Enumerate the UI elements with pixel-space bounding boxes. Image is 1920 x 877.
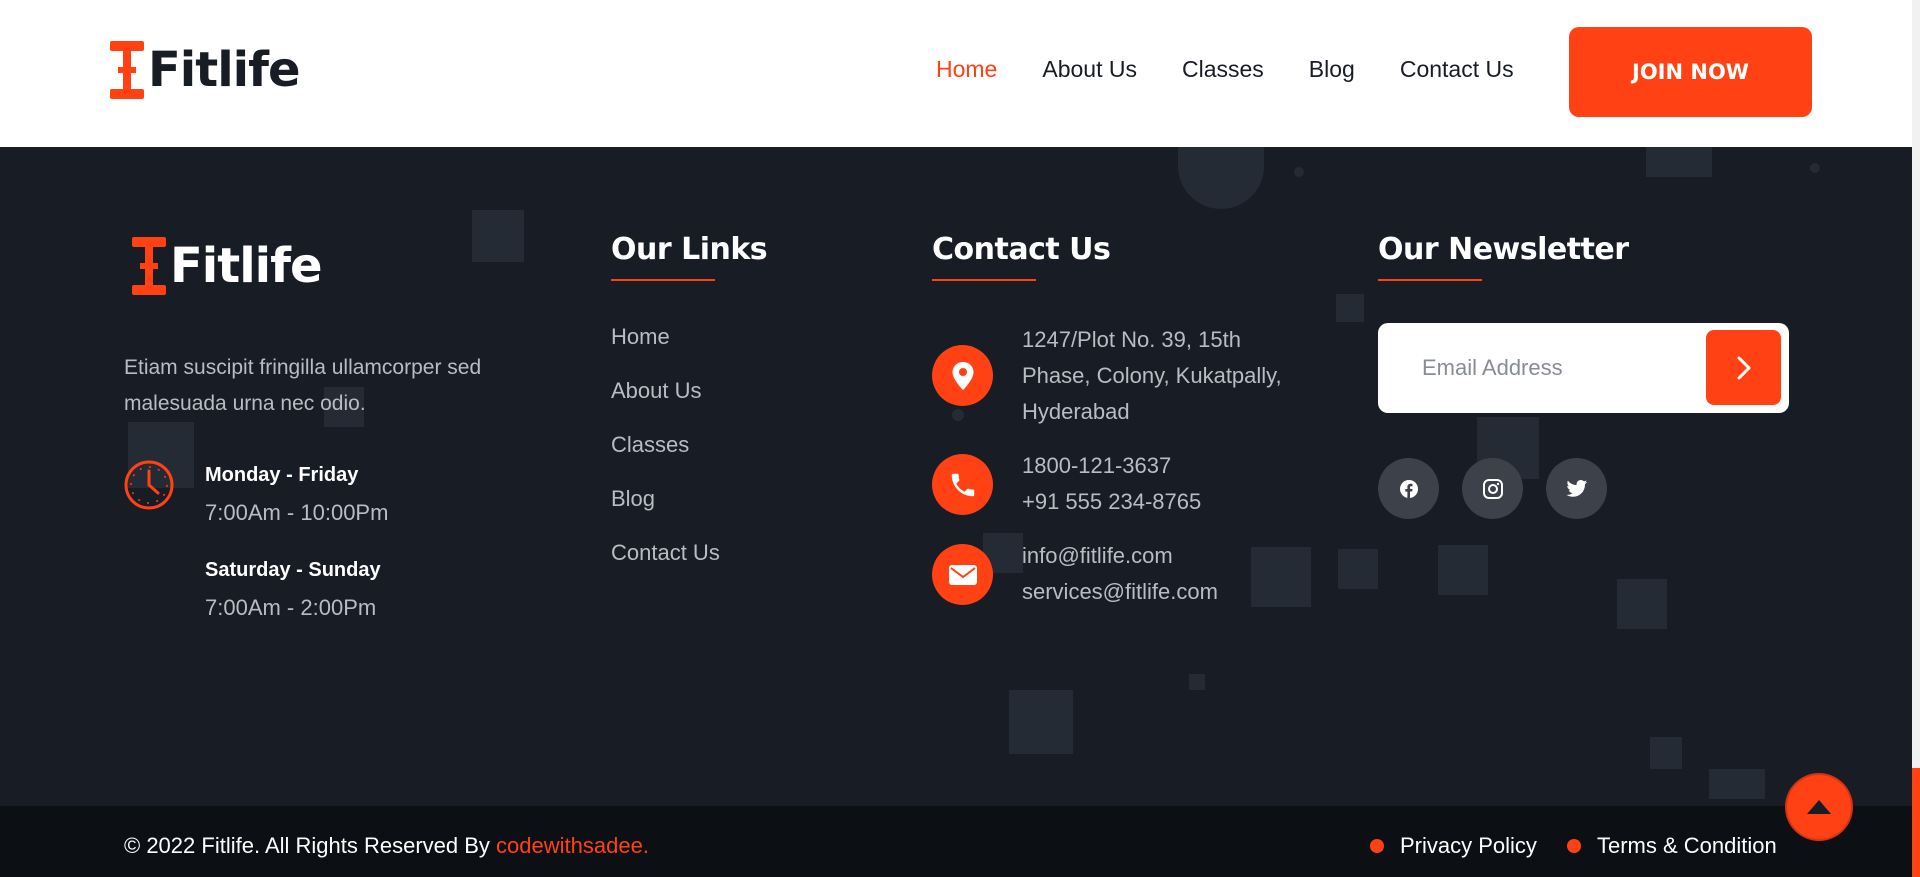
- footer-link-classes[interactable]: Classes: [611, 432, 720, 486]
- footer-links: Home About Us Classes Blog Contact Us: [611, 324, 720, 594]
- contact-heading: Contact Us: [932, 232, 1111, 267]
- logo-text: Fitlife: [148, 42, 301, 98]
- contact-phones: 1800-121-3637 +91 555 234-8765: [1022, 448, 1201, 520]
- dumbbell-icon: [132, 237, 166, 295]
- hours-weekend-time: 7:00Am - 2:00Pm: [205, 595, 377, 620]
- bullet-dot: [1370, 839, 1384, 853]
- author-link[interactable]: codewithsadee.: [496, 833, 649, 858]
- email-link[interactable]: services@fitlife.com: [1022, 574, 1218, 610]
- instagram-icon: [1482, 478, 1503, 499]
- logo-text: Fitlife: [170, 238, 323, 294]
- privacy-policy-link[interactable]: Privacy Policy: [1370, 833, 1537, 859]
- links-underline: [611, 279, 715, 281]
- footer-link-blog[interactable]: Blog: [611, 486, 720, 540]
- contact-underline: [932, 279, 1036, 281]
- clock-icon: [123, 459, 175, 511]
- mail-icon: [932, 544, 993, 605]
- terms-link[interactable]: Terms & Condition: [1567, 833, 1777, 859]
- caret-up-icon: [1807, 800, 1831, 814]
- header-logo[interactable]: Fitlife: [110, 41, 301, 99]
- phone-number[interactable]: 1800-121-3637: [1022, 448, 1201, 484]
- back-to-top-button[interactable]: [1787, 775, 1851, 839]
- subscribe-button[interactable]: [1706, 330, 1781, 405]
- email-input[interactable]: [1422, 343, 1692, 393]
- dumbbell-icon: [110, 41, 144, 99]
- page-scrollbar[interactable]: [1912, 0, 1920, 877]
- site-header: Fitlife Home About Us Classes Blog Conta…: [0, 0, 1912, 147]
- contact-emails: info@fitlife.com services@fitlife.com: [1022, 538, 1218, 610]
- newsletter-heading: Our Newsletter: [1378, 232, 1629, 267]
- twitter-link[interactable]: [1546, 458, 1607, 519]
- links-heading: Our Links: [611, 232, 768, 267]
- scrollbar-thumb[interactable]: [1912, 768, 1920, 877]
- nav-classes[interactable]: Classes: [1182, 56, 1264, 83]
- footer-link-home[interactable]: Home: [611, 324, 720, 378]
- phone-number[interactable]: +91 555 234-8765: [1022, 484, 1201, 520]
- footer-logo[interactable]: Fitlife: [132, 237, 323, 295]
- facebook-icon: [1399, 479, 1418, 498]
- instagram-link[interactable]: [1462, 458, 1523, 519]
- chevron-right-icon: [1737, 356, 1750, 379]
- join-now-button[interactable]: JOIN NOW: [1569, 27, 1812, 117]
- facebook-link[interactable]: [1378, 458, 1439, 519]
- email-link[interactable]: info@fitlife.com: [1022, 538, 1218, 574]
- twitter-icon: [1565, 479, 1587, 497]
- copyright-text: © 2022 Fitlife. All Rights Reserved By c…: [124, 833, 649, 858]
- footer-link-about-us[interactable]: About Us: [611, 378, 720, 432]
- phone-icon: [932, 454, 993, 515]
- nav-contact-us[interactable]: Contact Us: [1400, 56, 1514, 83]
- footer-description: Etiam suscipit fringilla ullamcorper sed…: [124, 356, 482, 415]
- bullet-dot: [1567, 839, 1581, 853]
- main-nav: Home About Us Classes Blog Contact Us: [936, 56, 1514, 83]
- hours-weekday-label: Monday - Friday: [205, 464, 359, 486]
- nav-about-us[interactable]: About Us: [1042, 56, 1137, 83]
- newsletter-form: [1378, 323, 1789, 413]
- footer-link-contact-us[interactable]: Contact Us: [611, 540, 720, 594]
- nav-blog[interactable]: Blog: [1309, 56, 1355, 83]
- hours-weekday-time: 7:00Am - 10:00Pm: [205, 500, 389, 525]
- location-pin-icon: [932, 345, 993, 406]
- newsletter-underline: [1378, 279, 1482, 281]
- contact-address: 1247/Plot No. 39, 15th Phase, Colony, Ku…: [1022, 327, 1282, 424]
- hours-weekend-label: Saturday - Sunday: [205, 559, 381, 581]
- nav-home[interactable]: Home: [936, 56, 997, 83]
